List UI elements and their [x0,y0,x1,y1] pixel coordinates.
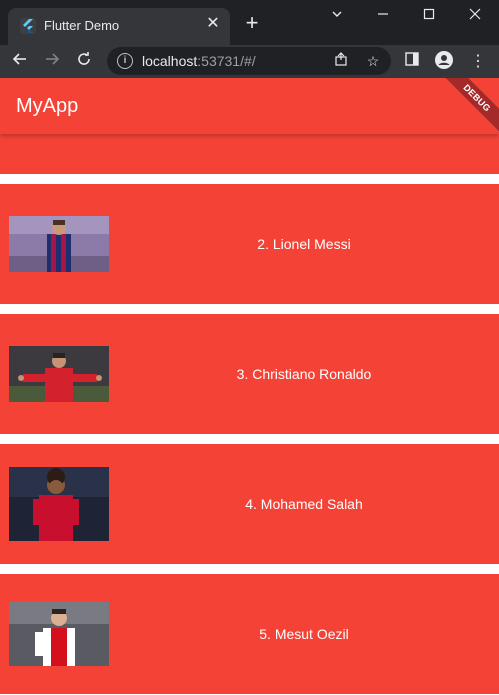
browser-tab[interactable]: Flutter Demo ✕ [8,8,230,45]
forward-icon[interactable] [41,51,63,73]
profile-avatar-icon[interactable] [433,51,455,73]
bookmark-star-icon[interactable]: ☆ [363,51,383,71]
browser-tabstrip: Flutter Demo ✕ + [0,0,499,45]
menu-kebab-icon[interactable]: ⋮ [467,51,489,73]
share-icon[interactable] [331,51,351,71]
side-panel-icon[interactable] [401,51,423,73]
player-label: 2. Lionel Messi [257,236,351,252]
player-card[interactable]: 2. Lionel Messi [0,184,499,304]
minimize-icon[interactable] [360,0,406,30]
close-window-icon[interactable] [452,0,498,30]
address-bar[interactable]: i localhost:53731/#/ ☆ [107,47,391,75]
url-path: :53731/#/ [197,53,256,69]
player-label: 4. Mohamed Salah [245,496,363,512]
app-title: MyApp [16,95,79,117]
player-card[interactable]: 4. Mohamed Salah [0,444,499,564]
app-bar: MyApp [0,78,499,134]
tab-search-icon[interactable] [314,0,360,30]
maximize-icon[interactable] [406,0,452,30]
reload-icon[interactable] [73,51,95,73]
tab-title: Flutter Demo [44,18,120,33]
back-icon[interactable] [9,51,31,73]
player-card[interactable]: 5. Mesut Oezil [0,574,499,694]
url-host: localhost [142,53,198,69]
player-thumbnail [9,346,109,402]
browser-toolbar: i localhost:53731/#/ ☆ ⋮ [0,45,499,78]
flutter-app: MyApp DEBUG 2. Lionel Messi 3. Christian… [0,78,499,695]
address-url: localhost:53731/#/ [142,53,256,69]
player-thumbnail [9,216,109,272]
player-thumbnail [9,602,109,666]
new-tab-icon[interactable]: + [240,12,264,36]
player-label: 3. Christiano Ronaldo [236,366,372,382]
player-thumbnail [9,467,109,541]
flutter-favicon-icon [20,18,36,34]
site-info-icon[interactable]: i [117,53,133,69]
player-label: 5. Mesut Oezil [259,626,349,642]
tab-close-icon[interactable]: ✕ [204,15,222,33]
player-card[interactable]: 3. Christiano Ronaldo [0,314,499,434]
